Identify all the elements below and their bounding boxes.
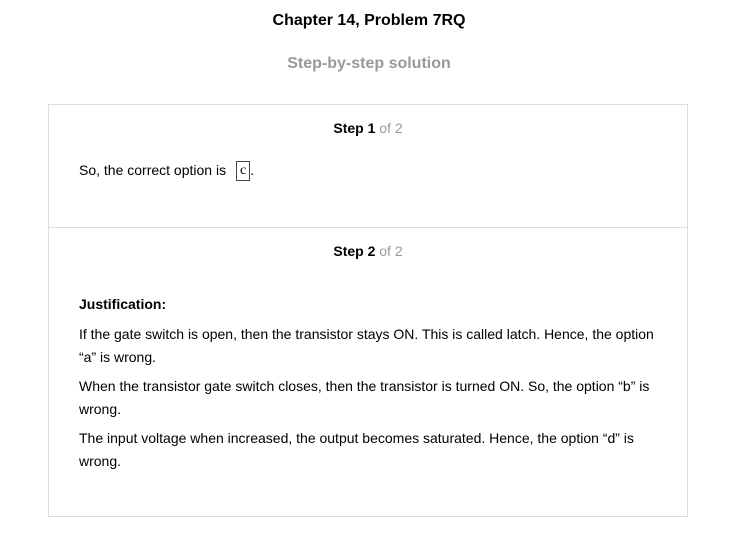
step-2-section: Step 2 of 2 Justification: If the gate s… — [49, 228, 687, 516]
step-2-heading: Step 2 of 2 — [49, 242, 687, 260]
answer-box: c — [235, 161, 251, 182]
page-title: Chapter 14, Problem 7RQ — [272, 12, 466, 29]
justification-paragraph-b: When the transistor gate switch closes, … — [79, 378, 650, 417]
page-subtitle: Step-by-step solution — [287, 55, 451, 72]
step-1-count: of 2 — [379, 120, 403, 136]
justification-paragraph-a: If the gate switch is open, then the tra… — [79, 326, 654, 365]
step-2-count: of 2 — [379, 243, 403, 259]
step-1-text: So, the correct option is — [79, 162, 227, 178]
step-1-label: Step 1 — [333, 120, 376, 136]
justification-paragraph-d: The input voltage when increased, the ou… — [79, 430, 634, 469]
step-2-label: Step 2 — [333, 243, 376, 259]
step-1-content: So, the correct option is c. — [79, 161, 255, 182]
solution-steps: Step 1 of 2 So, the correct option is c.… — [48, 104, 688, 517]
step-1-section: Step 1 of 2 So, the correct option is c. — [49, 105, 687, 228]
justification-heading: Justification: — [79, 296, 167, 312]
answer-period: . — [250, 162, 255, 178]
step-1-heading: Step 1 of 2 — [49, 119, 687, 137]
step-2-content: Justification: If the gate switch is ope… — [79, 293, 661, 479]
